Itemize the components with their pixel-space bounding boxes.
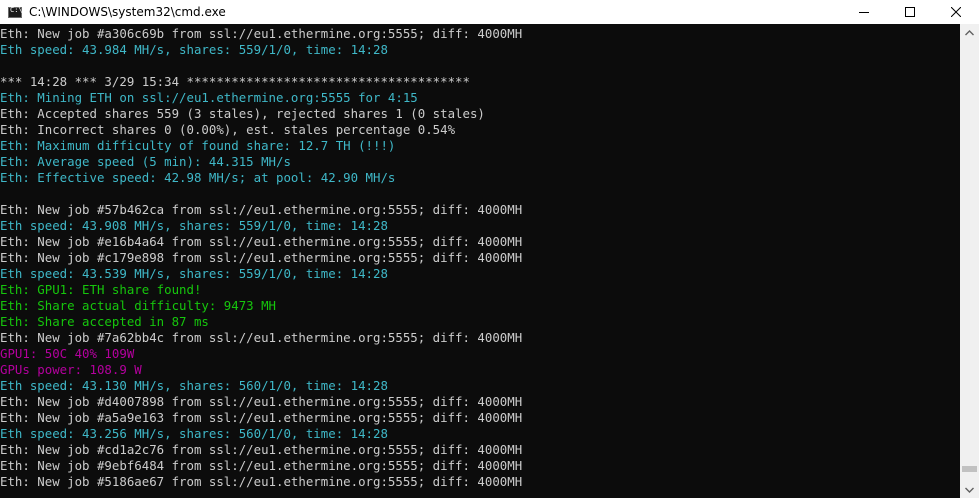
- cmd-icon-glyph: C:\: [10, 5, 23, 14]
- maximize-icon: [905, 7, 915, 17]
- console-line: Eth: New job #a5a9e163 from ssl://eu1.et…: [0, 410, 523, 425]
- console-output[interactable]: Eth: New job #a306c69b from ssl://eu1.et…: [0, 24, 960, 498]
- console-line: Eth: New job #57b462ca from ssl://eu1.et…: [0, 202, 523, 217]
- minimize-button[interactable]: [841, 0, 887, 24]
- console-line: Eth: New job #d4007898 from ssl://eu1.et…: [0, 394, 523, 409]
- vertical-scrollbar[interactable]: [960, 24, 979, 498]
- console-line: Eth: Effective speed: 42.98 MH/s; at poo…: [0, 170, 396, 185]
- scroll-down-arrow-icon: [965, 487, 974, 493]
- console-line: Eth: Average speed (5 min): 44.315 MH/s: [0, 154, 291, 169]
- title-bar[interactable]: C:\ C:\WINDOWS\system32\cmd.exe: [0, 0, 979, 24]
- console-line: Eth: New job #7a62bb4c from ssl://eu1.et…: [0, 330, 523, 345]
- close-button[interactable]: [933, 0, 979, 24]
- console-line: GPU1: 50C 40% 109W: [0, 346, 135, 361]
- console-line: Eth speed: 43.256 MH/s, shares: 560/1/0,…: [0, 426, 388, 441]
- scrollbar-thumb[interactable]: [962, 466, 977, 473]
- cmd-window: C:\ C:\WINDOWS\system32\cmd.exe Eth: New…: [0, 0, 979, 498]
- console-line: Eth: New job #e16b4a64 from ssl://eu1.et…: [0, 234, 523, 249]
- console-line: Eth speed: 43.130 MH/s, shares: 560/1/0,…: [0, 378, 388, 393]
- scroll-down-button[interactable]: [960, 481, 979, 498]
- scroll-up-arrow-icon: [965, 29, 974, 35]
- close-icon: [951, 7, 961, 17]
- console-line: Eth: New job #c179e898 from ssl://eu1.et…: [0, 250, 523, 265]
- console-line: Eth: New job #cd1a2c76 from ssl://eu1.et…: [0, 442, 523, 457]
- cmd-icon: C:\: [8, 5, 23, 18]
- minimize-icon: [859, 12, 869, 13]
- console-line: Eth: Share actual difficulty: 9473 MH: [0, 298, 277, 313]
- console-line: GPUs power: 108.9 W: [0, 362, 142, 377]
- console-line: Eth: New job #5186ae67 from ssl://eu1.et…: [0, 474, 523, 489]
- console-line: Eth: GPU1: ETH share found!: [0, 282, 202, 297]
- maximize-button[interactable]: [887, 0, 933, 24]
- console-line: Eth: Mining ETH on ssl://eu1.ethermine.o…: [0, 90, 418, 105]
- window-controls: [841, 0, 979, 24]
- console-line: *** 14:28 *** 3/29 15:34 ***************…: [0, 74, 470, 89]
- console-line: Eth: Accepted shares 559 (3 stales), rej…: [0, 106, 485, 121]
- console-line: Eth speed: 43.984 MH/s, shares: 559/1/0,…: [0, 42, 388, 57]
- console-line: Eth speed: 43.539 MH/s, shares: 559/1/0,…: [0, 266, 388, 281]
- console-line: Eth: Share accepted in 87 ms: [0, 314, 209, 329]
- console-line: Eth: New job #9ebf6484 from ssl://eu1.et…: [0, 458, 523, 473]
- console-line: Eth: New job #a306c69b from ssl://eu1.et…: [0, 26, 523, 41]
- console-line: Eth: Incorrect shares 0 (0.00%), est. st…: [0, 122, 456, 137]
- console-line: Eth: Maximum difficulty of found share: …: [0, 138, 396, 153]
- window-title: C:\WINDOWS\system32\cmd.exe: [29, 5, 226, 19]
- console-line: Eth speed: 43.908 MH/s, shares: 559/1/0,…: [0, 218, 388, 233]
- scroll-up-button[interactable]: [960, 24, 979, 41]
